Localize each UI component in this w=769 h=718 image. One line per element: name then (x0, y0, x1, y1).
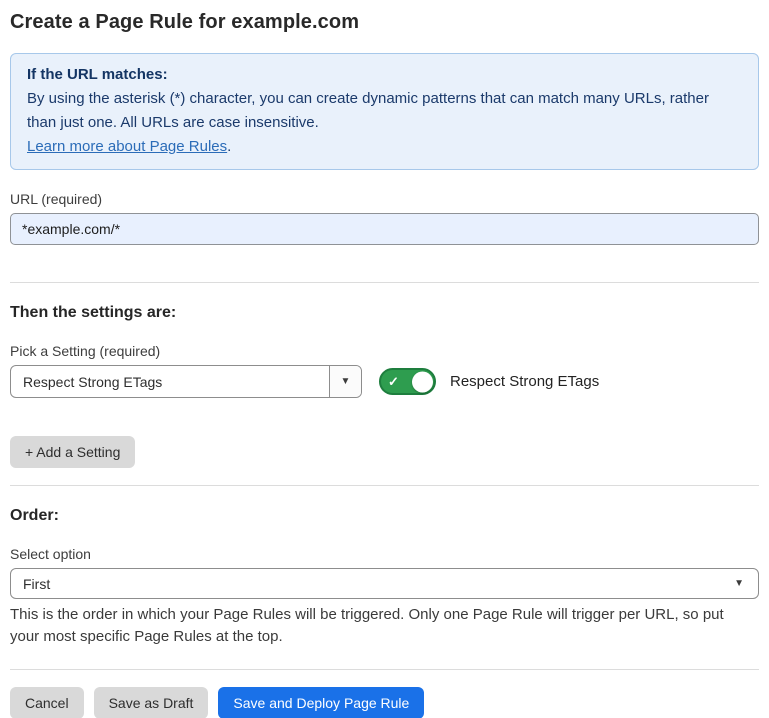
link-period: . (227, 138, 231, 155)
save-draft-button[interactable]: Save as Draft (94, 687, 209, 718)
chevron-down-icon: ▼ (734, 578, 758, 589)
order-heading: Order: (10, 486, 759, 525)
footer-divider (10, 669, 759, 670)
add-setting-button[interactable]: + Add a Setting (10, 436, 135, 468)
setting-select[interactable]: Respect Strong ETags ▼ (10, 365, 362, 398)
order-help-text: This is the order in which your Page Rul… (10, 604, 750, 648)
page-title: Create a Page Rule for example.com (10, 0, 759, 34)
info-box-heading: If the URL matches: (27, 63, 742, 87)
order-select-value: First (11, 576, 62, 592)
url-label: URL (required) (10, 191, 759, 207)
save-deploy-button[interactable]: Save and Deploy Page Rule (218, 687, 424, 718)
info-box-link-line: Learn more about Page Rules. (27, 135, 742, 159)
info-box-body: By using the asterisk (*) character, you… (27, 87, 727, 135)
toggle-knob (412, 371, 433, 392)
footer-actions: Cancel Save as Draft Save and Deploy Pag… (10, 687, 759, 718)
toggle-label: Respect Strong ETags (450, 373, 599, 390)
url-input[interactable] (10, 213, 759, 245)
create-page-rule-form: Create a Page Rule for example.com If th… (0, 0, 769, 718)
settings-heading: Then the settings are: (10, 283, 759, 322)
check-icon: ✓ (388, 375, 399, 388)
setting-toggle[interactable]: ✓ (379, 368, 436, 395)
select-option-label: Select option (10, 546, 759, 562)
setting-row: Respect Strong ETags ▼ ✓ Respect Strong … (10, 365, 759, 398)
cancel-button[interactable]: Cancel (10, 687, 84, 718)
learn-more-link[interactable]: Learn more about Page Rules (27, 138, 227, 155)
chevron-down-icon[interactable]: ▼ (329, 366, 361, 397)
pick-setting-label: Pick a Setting (required) (10, 343, 759, 359)
setting-select-value: Respect Strong ETags (11, 374, 174, 390)
order-select[interactable]: First ▼ (10, 568, 759, 599)
url-match-info-box: If the URL matches: By using the asteris… (10, 53, 759, 170)
